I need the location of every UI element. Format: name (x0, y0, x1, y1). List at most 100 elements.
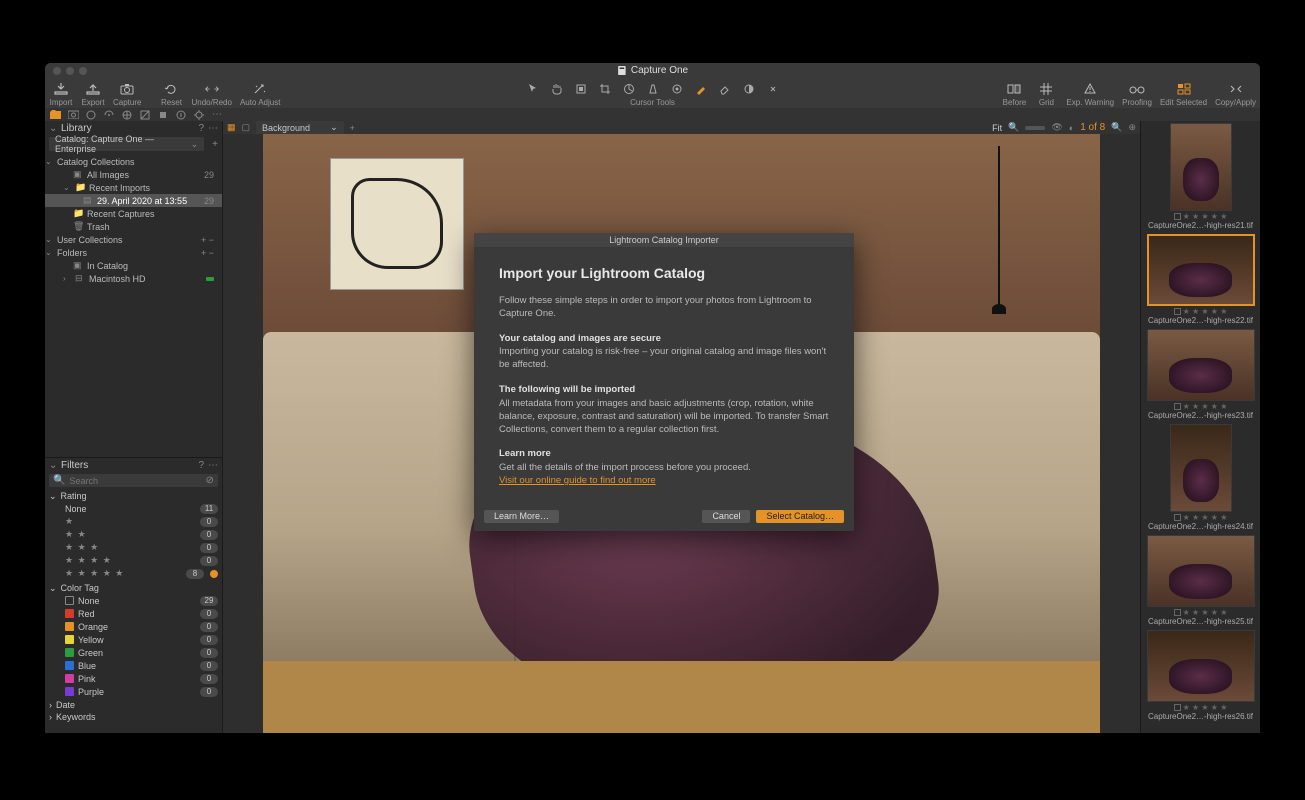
metadata-tab-icon[interactable] (175, 109, 187, 121)
thumbnail[interactable]: ★ ★ ★ ★ ★CaptureOne2…-high-res26.tif (1143, 630, 1258, 721)
rating-none[interactable]: None11 (45, 502, 222, 515)
add-variant-icon[interactable]: + (350, 123, 355, 133)
rating-2[interactable]: ★ ★0 (45, 528, 222, 541)
colortag-red[interactable]: Red0 (45, 607, 222, 620)
lens-tab-icon[interactable] (85, 109, 97, 121)
help-icon[interactable]: ? (198, 123, 204, 134)
rating-header[interactable]: ⌄Rating (45, 490, 222, 502)
rating-4[interactable]: ★ ★ ★ ★0 (45, 554, 222, 567)
draw-mask-tool[interactable] (694, 82, 708, 96)
user-collections-header[interactable]: ⌄User Collections + − (45, 233, 222, 246)
clear-icon[interactable]: ⊘ (206, 475, 214, 486)
keystone-tool[interactable] (646, 82, 660, 96)
filter-icon[interactable]: ⊕ (1128, 122, 1136, 133)
erase-tool[interactable] (718, 82, 732, 96)
expwarning-button[interactable]: Exp. Warning (1066, 82, 1114, 107)
select-catalog-button[interactable]: Select Catalog… (756, 510, 844, 523)
capture-tab-icon[interactable] (67, 109, 79, 121)
gradient-tool[interactable] (742, 82, 756, 96)
remove-button[interactable]: − (209, 235, 214, 245)
tree-all-images[interactable]: ▣ All Images29 (45, 168, 222, 181)
colortag-orange[interactable]: Orange0 (45, 620, 222, 633)
adjustments-tab-icon[interactable] (193, 109, 205, 121)
filters-header[interactable]: ⌄Filters ?⋯ (45, 458, 222, 472)
learn-more-button[interactable]: Learn More… (484, 510, 559, 523)
autoadjust-button[interactable]: Auto Adjust (240, 82, 280, 107)
capture-button[interactable]: Capture (113, 82, 141, 107)
heal-tool[interactable] (766, 82, 780, 96)
thumbnail[interactable]: ★ ★ ★ ★ ★CaptureOne2…-high-res21.tif (1143, 123, 1258, 230)
colortag-header[interactable]: ⌄Color Tag (45, 582, 222, 594)
thumbnail[interactable]: ★ ★ ★ ★ ★CaptureOne2…-high-res24.tif (1143, 424, 1258, 531)
catalog-collections-header[interactable]: ⌄Catalog Collections (45, 155, 222, 168)
learn-more-link[interactable]: Visit our online guide to find out more (499, 475, 656, 486)
mask-icon[interactable]: ◐ (1069, 123, 1074, 133)
search-icon[interactable]: 🔍 (1111, 122, 1122, 133)
refine-tab-icon[interactable] (103, 109, 115, 121)
zoom-window[interactable] (79, 67, 87, 75)
folders-header[interactable]: ⌄Folders + − (45, 246, 222, 259)
thumbnail[interactable]: ★ ★ ★ ★ ★CaptureOne2…-high-res23.tif (1143, 329, 1258, 420)
exposure-tab-icon[interactable] (139, 109, 151, 121)
add-catalog-button[interactable]: + (208, 139, 222, 150)
search-input[interactable] (69, 476, 201, 486)
export-button[interactable]: Export (81, 82, 105, 107)
folder-macintosh-hd[interactable]: ›⊟ Macintosh HD (45, 272, 222, 285)
date-header[interactable]: ›Date (45, 699, 222, 711)
minimize-window[interactable] (66, 67, 74, 75)
crop-tool[interactable] (598, 82, 612, 96)
help-icon[interactable]: ? (198, 460, 204, 471)
tree-trash[interactable]: 🗑 Trash (45, 220, 222, 233)
keywords-header[interactable]: ›Keywords (45, 711, 222, 723)
tree-recent-imports[interactable]: ⌄📁 Recent Imports (45, 181, 222, 194)
more-icon[interactable]: ⋯ (208, 123, 218, 134)
remove-button[interactable]: − (209, 248, 214, 258)
rating-1[interactable]: ★0 (45, 515, 222, 528)
catalog-selector[interactable]: Catalog: Capture One — Enterprise ⌄ (49, 137, 204, 151)
copyapply-button[interactable]: Copy/Apply (1215, 82, 1256, 107)
details-tab-icon[interactable] (157, 109, 169, 121)
color-tab-icon[interactable] (121, 109, 133, 121)
zoom-slider[interactable] (1025, 126, 1045, 130)
thumbnail-browser[interactable]: ★ ★ ★ ★ ★CaptureOne2…-high-res21.tif★ ★ … (1140, 121, 1260, 733)
add-button[interactable]: + (201, 235, 206, 245)
tree-import-date[interactable]: ▤ 29. April 2020 at 13:5529 (45, 194, 222, 207)
spot-tool[interactable] (670, 82, 684, 96)
colortag-yellow[interactable]: Yellow0 (45, 633, 222, 646)
background-dropdown[interactable]: Background⌄ (256, 121, 344, 134)
grid-view-icon[interactable]: ▦ (227, 122, 236, 133)
undoredo-button[interactable]: Undo/Redo (191, 82, 231, 107)
cancel-button[interactable]: Cancel (702, 510, 750, 523)
add-button[interactable]: + (201, 248, 206, 258)
editselected-button[interactable]: Edit Selected (1160, 82, 1207, 107)
import-button[interactable]: Import (49, 82, 73, 107)
more-icon[interactable]: ⋯ (208, 460, 218, 471)
eye-icon[interactable]: 👁 (1051, 122, 1062, 133)
filter-search[interactable]: 🔍 ⊘ (49, 474, 218, 487)
folder-in-catalog[interactable]: ▣ In Catalog (45, 259, 222, 272)
colortag-blue[interactable]: Blue0 (45, 659, 222, 672)
proofing-button[interactable]: Proofing (1122, 82, 1152, 107)
library-panel-header[interactable]: ⌄ Library ?⋯ (45, 121, 222, 135)
close-window[interactable] (53, 67, 61, 75)
thumbnail[interactable]: ★ ★ ★ ★ ★CaptureOne2…-high-res25.tif (1143, 535, 1258, 626)
colortag-none[interactable]: None29 (45, 594, 222, 607)
grid-button[interactable]: Grid (1034, 82, 1058, 107)
rating-5[interactable]: ★ ★ ★ ★ ★8 (45, 567, 222, 580)
zoom-icon[interactable]: 🔍 (1008, 122, 1019, 133)
rotate-tool[interactable] (622, 82, 636, 96)
single-view-icon[interactable]: ▢ (242, 122, 251, 133)
library-tab-icon[interactable] (49, 109, 61, 121)
pan-tool[interactable] (550, 82, 564, 96)
colortag-pink[interactable]: Pink0 (45, 672, 222, 685)
rating-3[interactable]: ★ ★ ★0 (45, 541, 222, 554)
loupe-tool[interactable] (574, 82, 588, 96)
thumbnail[interactable]: ★ ★ ★ ★ ★CaptureOne2…-high-res22.tif (1143, 234, 1258, 325)
pointer-tool[interactable] (526, 82, 540, 96)
before-button[interactable]: Before (1002, 82, 1026, 107)
reset-button[interactable]: Reset (159, 82, 183, 107)
colortag-purple[interactable]: Purple0 (45, 685, 222, 698)
more-tab-icon[interactable]: ⋯ (211, 109, 223, 121)
tree-recent-captures[interactable]: 📁 Recent Captures (45, 207, 222, 220)
colortag-green[interactable]: Green0 (45, 646, 222, 659)
